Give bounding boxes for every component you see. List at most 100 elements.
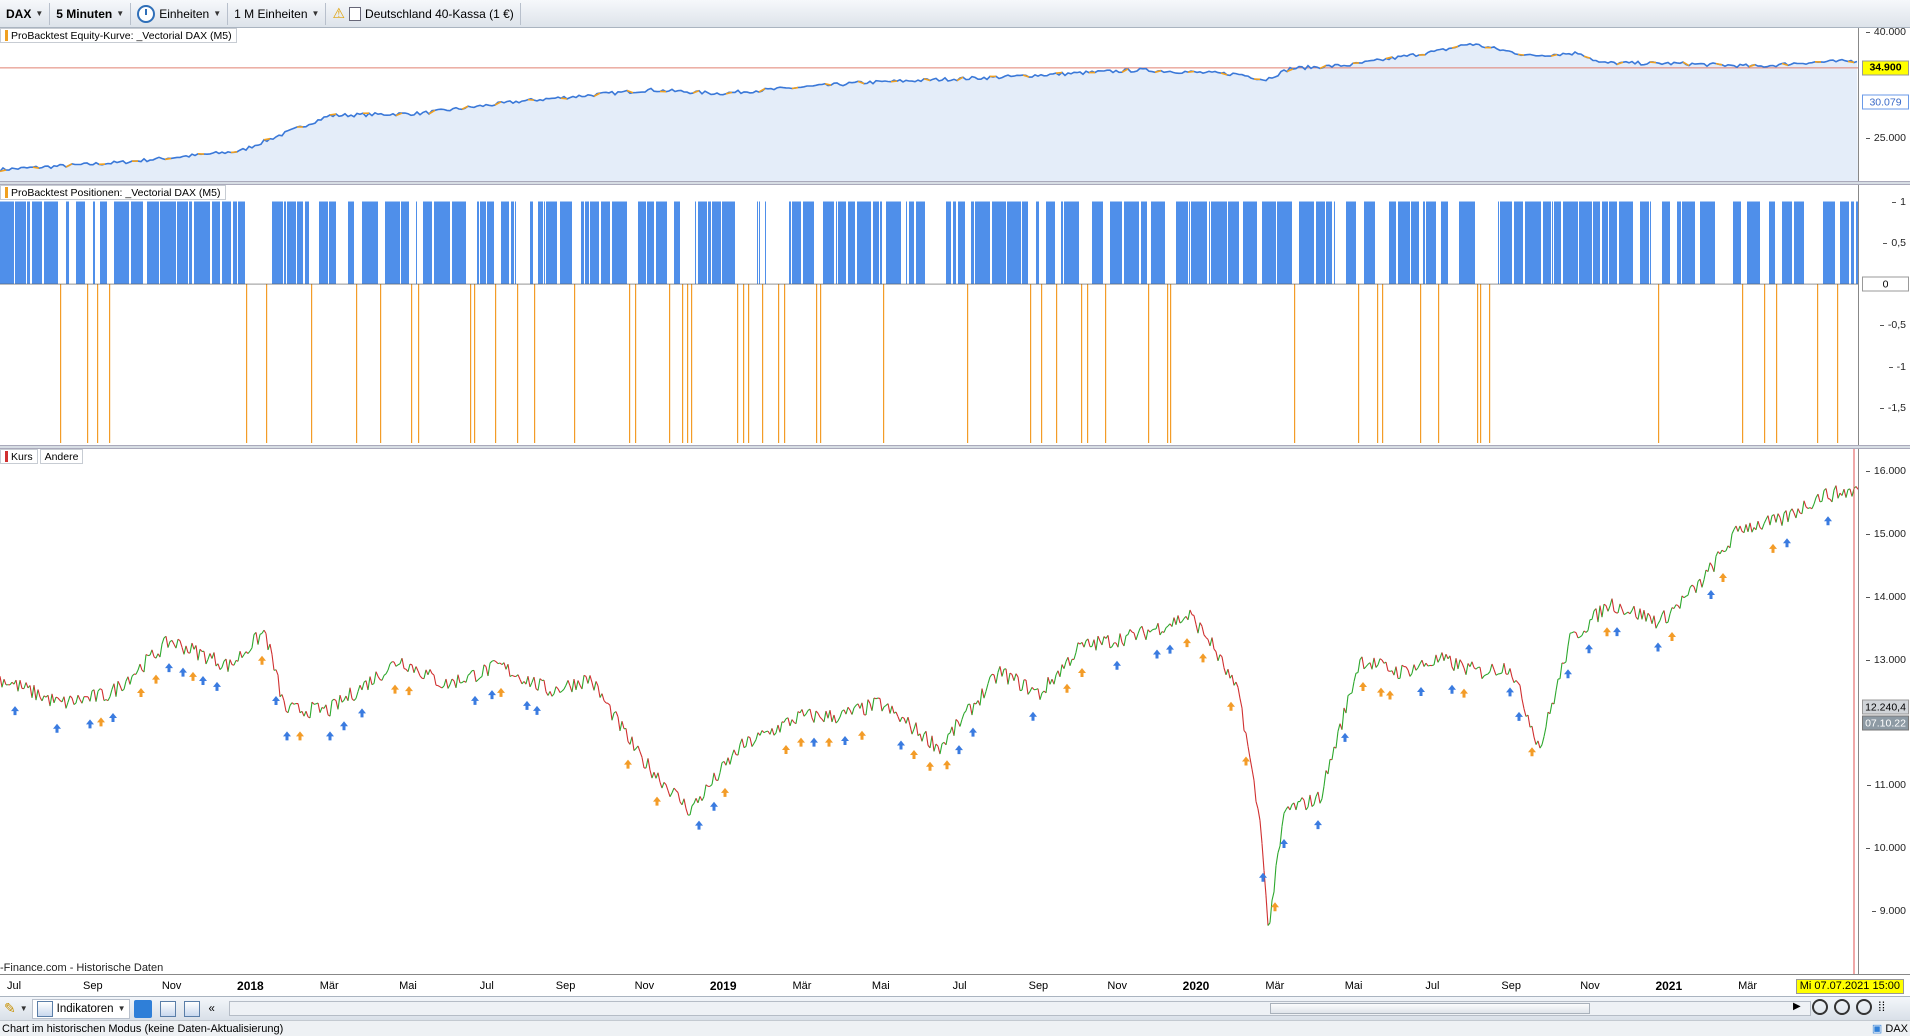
price-segment <box>883 705 887 708</box>
price-segment <box>1453 658 1457 671</box>
price-segment <box>1353 673 1357 682</box>
trade-marker-arrow <box>1029 711 1037 721</box>
time-axis[interactable]: Jul Sep Nov 2018 Mär Mai Jul Sep Nov 2019 Mär Mai Ju… <box>0 974 1910 996</box>
equity-curve-panel[interactable]: ProBacktest Equity-Kurve: _Vectorial DAX… <box>0 28 1858 181</box>
long-position-bar <box>1092 201 1103 285</box>
long-position-bar <box>647 201 654 285</box>
price-segment <box>533 676 537 689</box>
tab-andere-label: Andere <box>44 450 79 463</box>
price-segment <box>263 629 267 634</box>
price-segment <box>1371 657 1375 670</box>
share-button[interactable] <box>130 999 156 1019</box>
instrument-info[interactable]: ⚠ Deutschland 40-Kassa (1 €) <box>326 2 521 25</box>
price-segment <box>1031 686 1035 691</box>
scrollbar-thumb[interactable] <box>1270 1003 1590 1014</box>
price-panel[interactable]: Kurs Andere <box>0 449 1858 974</box>
trade-marker-arrow <box>695 820 703 830</box>
price-segment <box>73 702 77 706</box>
long-position-bar <box>1500 201 1512 285</box>
long-position-bar <box>76 201 85 285</box>
indicator-chart-icon <box>36 1000 53 1017</box>
equity-panel-label[interactable]: ProBacktest Equity-Kurve: _Vectorial DAX… <box>0 28 237 43</box>
time-axis-month-label: Mai <box>399 980 417 992</box>
short-position-bar <box>246 284 248 443</box>
long-position-bar <box>916 201 925 285</box>
long-position-bar <box>1189 201 1190 285</box>
price-segment <box>239 651 243 658</box>
price-segment <box>1309 794 1313 807</box>
tab-kurs[interactable]: Kurs <box>0 449 38 464</box>
units-selector[interactable]: Einheiten ▼ <box>131 2 229 25</box>
price-segment <box>89 690 93 702</box>
price-segment <box>47 695 51 707</box>
price-segment <box>881 706 885 712</box>
price-segment <box>1227 669 1231 679</box>
units-value-selector[interactable]: 1 M Einheiten ▼ <box>228 2 327 25</box>
trade-marker-arrow <box>1166 644 1174 654</box>
export-button[interactable] <box>180 999 204 1019</box>
trade-marker-arrow <box>340 721 348 731</box>
short-position-bar <box>883 284 885 443</box>
trade-marker-arrow <box>1769 543 1777 553</box>
long-position-bar <box>1389 201 1396 285</box>
price-segment <box>57 697 61 701</box>
price-segment <box>423 669 427 679</box>
price-segment <box>1203 634 1207 638</box>
price-segment <box>819 716 823 720</box>
trade-marker-arrow <box>272 695 280 705</box>
price-segment <box>1559 662 1563 679</box>
short-position-bar <box>1041 284 1043 443</box>
price-segment <box>561 688 565 692</box>
equity-curve-chart <box>0 42 1858 181</box>
positions-panel[interactable]: ProBacktest Positionen: _Vectorial DAX (… <box>0 185 1858 445</box>
equity-price-axis[interactable]: 40.000 25.000 34.900 30.079 <box>1858 26 1910 181</box>
price-segment <box>729 755 733 765</box>
price-segment <box>673 787 677 791</box>
time-axis-month-label: Mär <box>792 980 812 992</box>
indicators-button[interactable]: Indikatoren ▼ <box>31 998 131 1019</box>
timeframe-selector[interactable]: 5 Minuten ▼ <box>50 2 132 25</box>
price-segment <box>701 796 705 801</box>
zoom-fit-icon[interactable] <box>1812 999 1828 1015</box>
price-segment <box>1769 515 1773 526</box>
price-segment <box>387 663 391 671</box>
drawing-tools-button[interactable]: ✎ ▼ <box>0 999 32 1019</box>
price-segment <box>1797 508 1801 514</box>
price-axis[interactable]: 16.000 15.000 14.000 13.000 11.000 10.000 9.00… <box>1858 449 1910 974</box>
crosshair-icon[interactable]: ⁞⁞ <box>1878 999 1885 1015</box>
equity-accent-segment <box>1649 61 1657 64</box>
tab-andere[interactable]: Andere <box>39 449 84 464</box>
price-segment <box>787 717 791 727</box>
price-segment <box>357 685 361 692</box>
long-position-bar <box>946 201 951 285</box>
scroll-left-fast-button[interactable]: « <box>204 999 218 1019</box>
instrument-selector[interactable]: DAX ▼ <box>0 2 51 25</box>
price-segment <box>709 784 713 787</box>
price-segment <box>751 743 755 747</box>
price-segment <box>1107 635 1111 648</box>
zoom-out-icon[interactable] <box>1834 999 1850 1015</box>
time-axis-month-label: Jul <box>6 980 22 992</box>
price-segment <box>1633 606 1637 618</box>
trade-marker-arrow <box>1199 653 1207 663</box>
price-segment <box>473 670 477 682</box>
price-segment <box>275 669 279 676</box>
positions-axis[interactable]: 10,50-0,5-1-1,50 <box>1858 185 1910 445</box>
long-position-bar <box>1823 201 1835 285</box>
positions-panel-label[interactable]: ProBacktest Positionen: _Vectorial DAX (… <box>0 185 226 200</box>
price-date-badge: 07.10.22 <box>1862 715 1909 731</box>
trade-marker-arrow <box>1078 668 1086 678</box>
price-segment <box>1695 581 1699 593</box>
chart-settings-button[interactable] <box>156 999 180 1019</box>
long-position-bar <box>953 201 956 285</box>
horizontal-scrollbar[interactable] <box>229 1001 1811 1016</box>
trade-marker-arrow <box>523 700 531 710</box>
long-position-bar <box>362 201 378 285</box>
equity-accent-segment <box>164 157 172 161</box>
price-segment <box>1683 595 1687 599</box>
price-segment <box>1245 733 1249 747</box>
scroll-right-button[interactable]: ▶ <box>1793 1001 1801 1012</box>
price-segment <box>947 732 951 735</box>
price-segment <box>897 716 901 722</box>
zoom-in-icon[interactable] <box>1856 999 1872 1015</box>
